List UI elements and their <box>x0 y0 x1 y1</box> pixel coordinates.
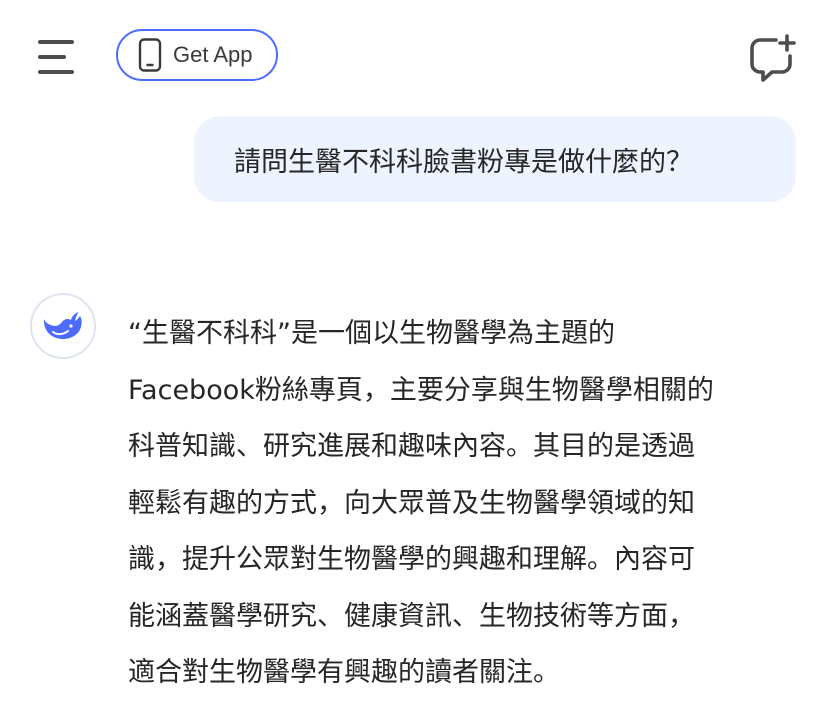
menu-button[interactable] <box>34 38 78 78</box>
assistant-message-line: 識，提升公眾對生物醫學的興趣和理解。內容可 <box>128 544 695 575</box>
get-app-button[interactable]: Get App <box>116 29 278 81</box>
new-chat-icon[interactable] <box>746 34 798 82</box>
assistant-message-line: 能涵蓋醫學研究、健康資訊、生物技術等方面， <box>128 600 695 632</box>
phone-icon <box>138 38 162 72</box>
menu-icon-bar-bottom <box>38 70 74 74</box>
assistant-message-line: 科普知識、研究進展和趣味內容。其目的是透過 <box>128 431 695 462</box>
assistant-avatar <box>30 293 96 359</box>
assistant-message-line: Facebook粉絲專頁，主要分享與生物醫學相關的 <box>128 374 714 406</box>
deepseek-whale-logo <box>43 312 82 339</box>
menu-icon-bar-middle <box>38 55 66 59</box>
menu-icon-bar-top <box>38 40 74 44</box>
assistant-message-line: 輕鬆有趣的方式，向大眾普及生物醫學領域的知 <box>128 487 695 519</box>
assistant-message-line: “生醫不科科”是一個以生物醫學為主題的 <box>128 318 615 349</box>
assistant-message: “生醫不科科”是一個以生物醫學為主題的 Facebook粉絲專頁，主要分享與生物… <box>128 306 798 702</box>
user-message-bubble: 請問生醫不科科臉書粉專是做什麼的？ <box>194 116 796 202</box>
get-app-label: Get App <box>173 42 253 67</box>
assistant-message-line: 適合對生物醫學有興趣的讀者關注。 <box>128 657 560 688</box>
